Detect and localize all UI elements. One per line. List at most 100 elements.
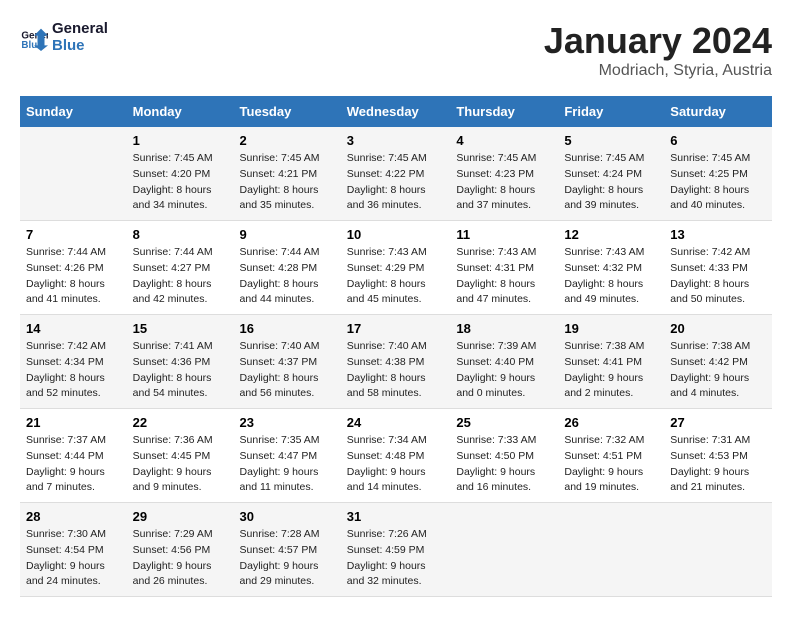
day-info: Sunrise: 7:42 AMSunset: 4:33 PMDaylight:… [670, 245, 766, 308]
day-number: 15 [133, 321, 228, 336]
day-info: Sunrise: 7:28 AMSunset: 4:57 PMDaylight:… [240, 527, 335, 590]
day-number: 8 [133, 227, 228, 242]
calendar-cell: 25 Sunrise: 7:33 AMSunset: 4:50 PMDayligh… [450, 409, 558, 503]
day-number: 20 [670, 321, 766, 336]
day-info: Sunrise: 7:44 AMSunset: 4:28 PMDaylight:… [240, 245, 335, 308]
calendar-cell: 17 Sunrise: 7:40 AMSunset: 4:38 PMDayligh… [341, 315, 451, 409]
weekday-header-wednesday: Wednesday [341, 96, 451, 127]
day-number: 30 [240, 509, 335, 524]
day-number: 17 [347, 321, 445, 336]
day-info: Sunrise: 7:33 AMSunset: 4:50 PMDaylight:… [456, 433, 552, 496]
logo-general: General [52, 20, 108, 37]
calendar-cell: 27 Sunrise: 7:31 AMSunset: 4:53 PMDayligh… [664, 409, 772, 503]
weekday-header-friday: Friday [558, 96, 664, 127]
day-number: 3 [347, 133, 445, 148]
calendar-cell: 14 Sunrise: 7:42 AMSunset: 4:34 PMDayligh… [20, 315, 127, 409]
day-info: Sunrise: 7:44 AMSunset: 4:27 PMDaylight:… [133, 245, 228, 308]
calendar-cell [558, 503, 664, 597]
day-info: Sunrise: 7:42 AMSunset: 4:34 PMDaylight:… [26, 339, 121, 402]
calendar-cell: 13Sunrise: 7:42 AMSunset: 4:33 PMDayligh… [664, 221, 772, 315]
calendar-cell: 7 Sunrise: 7:44 AMSunset: 4:26 PMDaylight… [20, 221, 127, 315]
header: General Blue General Blue January 2024 M… [20, 20, 772, 80]
day-info: Sunrise: 7:38 AMSunset: 4:41 PMDaylight:… [564, 339, 658, 402]
calendar-cell [664, 503, 772, 597]
day-info: Sunrise: 7:43 AMSunset: 4:29 PMDaylight:… [347, 245, 445, 308]
calendar-cell: 1Sunrise: 7:45 AMSunset: 4:20 PMDaylight… [127, 127, 234, 221]
day-info: Sunrise: 7:26 AMSunset: 4:59 PMDaylight:… [347, 527, 445, 590]
day-number: 18 [456, 321, 552, 336]
weekday-header-tuesday: Tuesday [234, 96, 341, 127]
day-number: 29 [133, 509, 228, 524]
day-info: Sunrise: 7:45 AMSunset: 4:23 PMDaylight:… [456, 151, 552, 214]
calendar-cell: 31 Sunrise: 7:26 AMSunset: 4:59 PMDayligh… [341, 503, 451, 597]
day-number: 5 [564, 133, 658, 148]
calendar-cell: 20 Sunrise: 7:38 AMSunset: 4:42 PMDayligh… [664, 315, 772, 409]
day-number: 7 [26, 227, 121, 242]
calendar-cell: 24 Sunrise: 7:34 AMSunset: 4:48 PMDayligh… [341, 409, 451, 503]
day-info: Sunrise: 7:35 AMSunset: 4:47 PMDaylight:… [240, 433, 335, 496]
month-title: January 2024 [544, 20, 772, 62]
day-info: Sunrise: 7:34 AMSunset: 4:48 PMDaylight:… [347, 433, 445, 496]
calendar-week-row: 28 Sunrise: 7:30 AMSunset: 4:54 PMDayligh… [20, 503, 772, 597]
calendar-week-row: 1Sunrise: 7:45 AMSunset: 4:20 PMDaylight… [20, 127, 772, 221]
day-number: 19 [564, 321, 658, 336]
weekday-header-thursday: Thursday [450, 96, 558, 127]
logo-icon: General Blue [20, 23, 48, 51]
weekday-header-saturday: Saturday [664, 96, 772, 127]
day-number: 23 [240, 415, 335, 430]
calendar-cell: 30 Sunrise: 7:28 AMSunset: 4:57 PMDayligh… [234, 503, 341, 597]
calendar-cell: 4 Sunrise: 7:45 AMSunset: 4:23 PMDaylight… [450, 127, 558, 221]
calendar-table: SundayMondayTuesdayWednesdayThursdayFrid… [20, 96, 772, 597]
calendar-cell: 9 Sunrise: 7:44 AMSunset: 4:28 PMDaylight… [234, 221, 341, 315]
day-number: 31 [347, 509, 445, 524]
day-info: Sunrise: 7:40 AMSunset: 4:37 PMDaylight:… [240, 339, 335, 402]
calendar-cell: 2 Sunrise: 7:45 AMSunset: 4:21 PMDaylight… [234, 127, 341, 221]
calendar-cell: 11 Sunrise: 7:43 AMSunset: 4:31 PMDayligh… [450, 221, 558, 315]
day-number: 1 [133, 133, 228, 148]
day-info: Sunrise: 7:30 AMSunset: 4:54 PMDaylight:… [26, 527, 121, 590]
calendar-week-row: 21 Sunrise: 7:37 AMSunset: 4:44 PMDayligh… [20, 409, 772, 503]
logo-blue: Blue [52, 37, 108, 54]
day-number: 12 [564, 227, 658, 242]
day-number: 14 [26, 321, 121, 336]
day-info: Sunrise: 7:37 AMSunset: 4:44 PMDaylight:… [26, 433, 121, 496]
day-number: 6 [670, 133, 766, 148]
day-number: 16 [240, 321, 335, 336]
calendar-cell: 19 Sunrise: 7:38 AMSunset: 4:41 PMDayligh… [558, 315, 664, 409]
calendar-cell: 6Sunrise: 7:45 AMSunset: 4:25 PMDaylight… [664, 127, 772, 221]
weekday-header-row: SundayMondayTuesdayWednesdayThursdayFrid… [20, 96, 772, 127]
day-number: 11 [456, 227, 552, 242]
day-info: Sunrise: 7:38 AMSunset: 4:42 PMDaylight:… [670, 339, 766, 402]
day-info: Sunrise: 7:32 AMSunset: 4:51 PMDaylight:… [564, 433, 658, 496]
day-number: 9 [240, 227, 335, 242]
weekday-header-monday: Monday [127, 96, 234, 127]
calendar-week-row: 7 Sunrise: 7:44 AMSunset: 4:26 PMDaylight… [20, 221, 772, 315]
day-info: Sunrise: 7:45 AMSunset: 4:24 PMDaylight:… [564, 151, 658, 214]
calendar-cell [20, 127, 127, 221]
calendar-cell: 21 Sunrise: 7:37 AMSunset: 4:44 PMDayligh… [20, 409, 127, 503]
day-number: 27 [670, 415, 766, 430]
day-info: Sunrise: 7:45 AMSunset: 4:21 PMDaylight:… [240, 151, 335, 214]
calendar-cell: 22 Sunrise: 7:36 AMSunset: 4:45 PMDayligh… [127, 409, 234, 503]
day-info: Sunrise: 7:31 AMSunset: 4:53 PMDaylight:… [670, 433, 766, 496]
title-area: January 2024 Modriach, Styria, Austria [544, 20, 772, 80]
day-info: Sunrise: 7:44 AMSunset: 4:26 PMDaylight:… [26, 245, 121, 308]
logo: General Blue General Blue [20, 20, 108, 54]
day-number: 2 [240, 133, 335, 148]
day-number: 21 [26, 415, 121, 430]
day-number: 22 [133, 415, 228, 430]
day-number: 10 [347, 227, 445, 242]
day-info: Sunrise: 7:43 AMSunset: 4:31 PMDaylight:… [456, 245, 552, 308]
day-number: 24 [347, 415, 445, 430]
day-number: 28 [26, 509, 121, 524]
calendar-week-row: 14 Sunrise: 7:42 AMSunset: 4:34 PMDayligh… [20, 315, 772, 409]
weekday-header-sunday: Sunday [20, 96, 127, 127]
day-info: Sunrise: 7:40 AMSunset: 4:38 PMDaylight:… [347, 339, 445, 402]
calendar-cell: 16 Sunrise: 7:40 AMSunset: 4:37 PMDayligh… [234, 315, 341, 409]
day-number: 25 [456, 415, 552, 430]
calendar-cell [450, 503, 558, 597]
day-info: Sunrise: 7:36 AMSunset: 4:45 PMDaylight:… [133, 433, 228, 496]
day-info: Sunrise: 7:45 AMSunset: 4:22 PMDaylight:… [347, 151, 445, 214]
day-number: 4 [456, 133, 552, 148]
calendar-cell: 29Sunrise: 7:29 AMSunset: 4:56 PMDayligh… [127, 503, 234, 597]
